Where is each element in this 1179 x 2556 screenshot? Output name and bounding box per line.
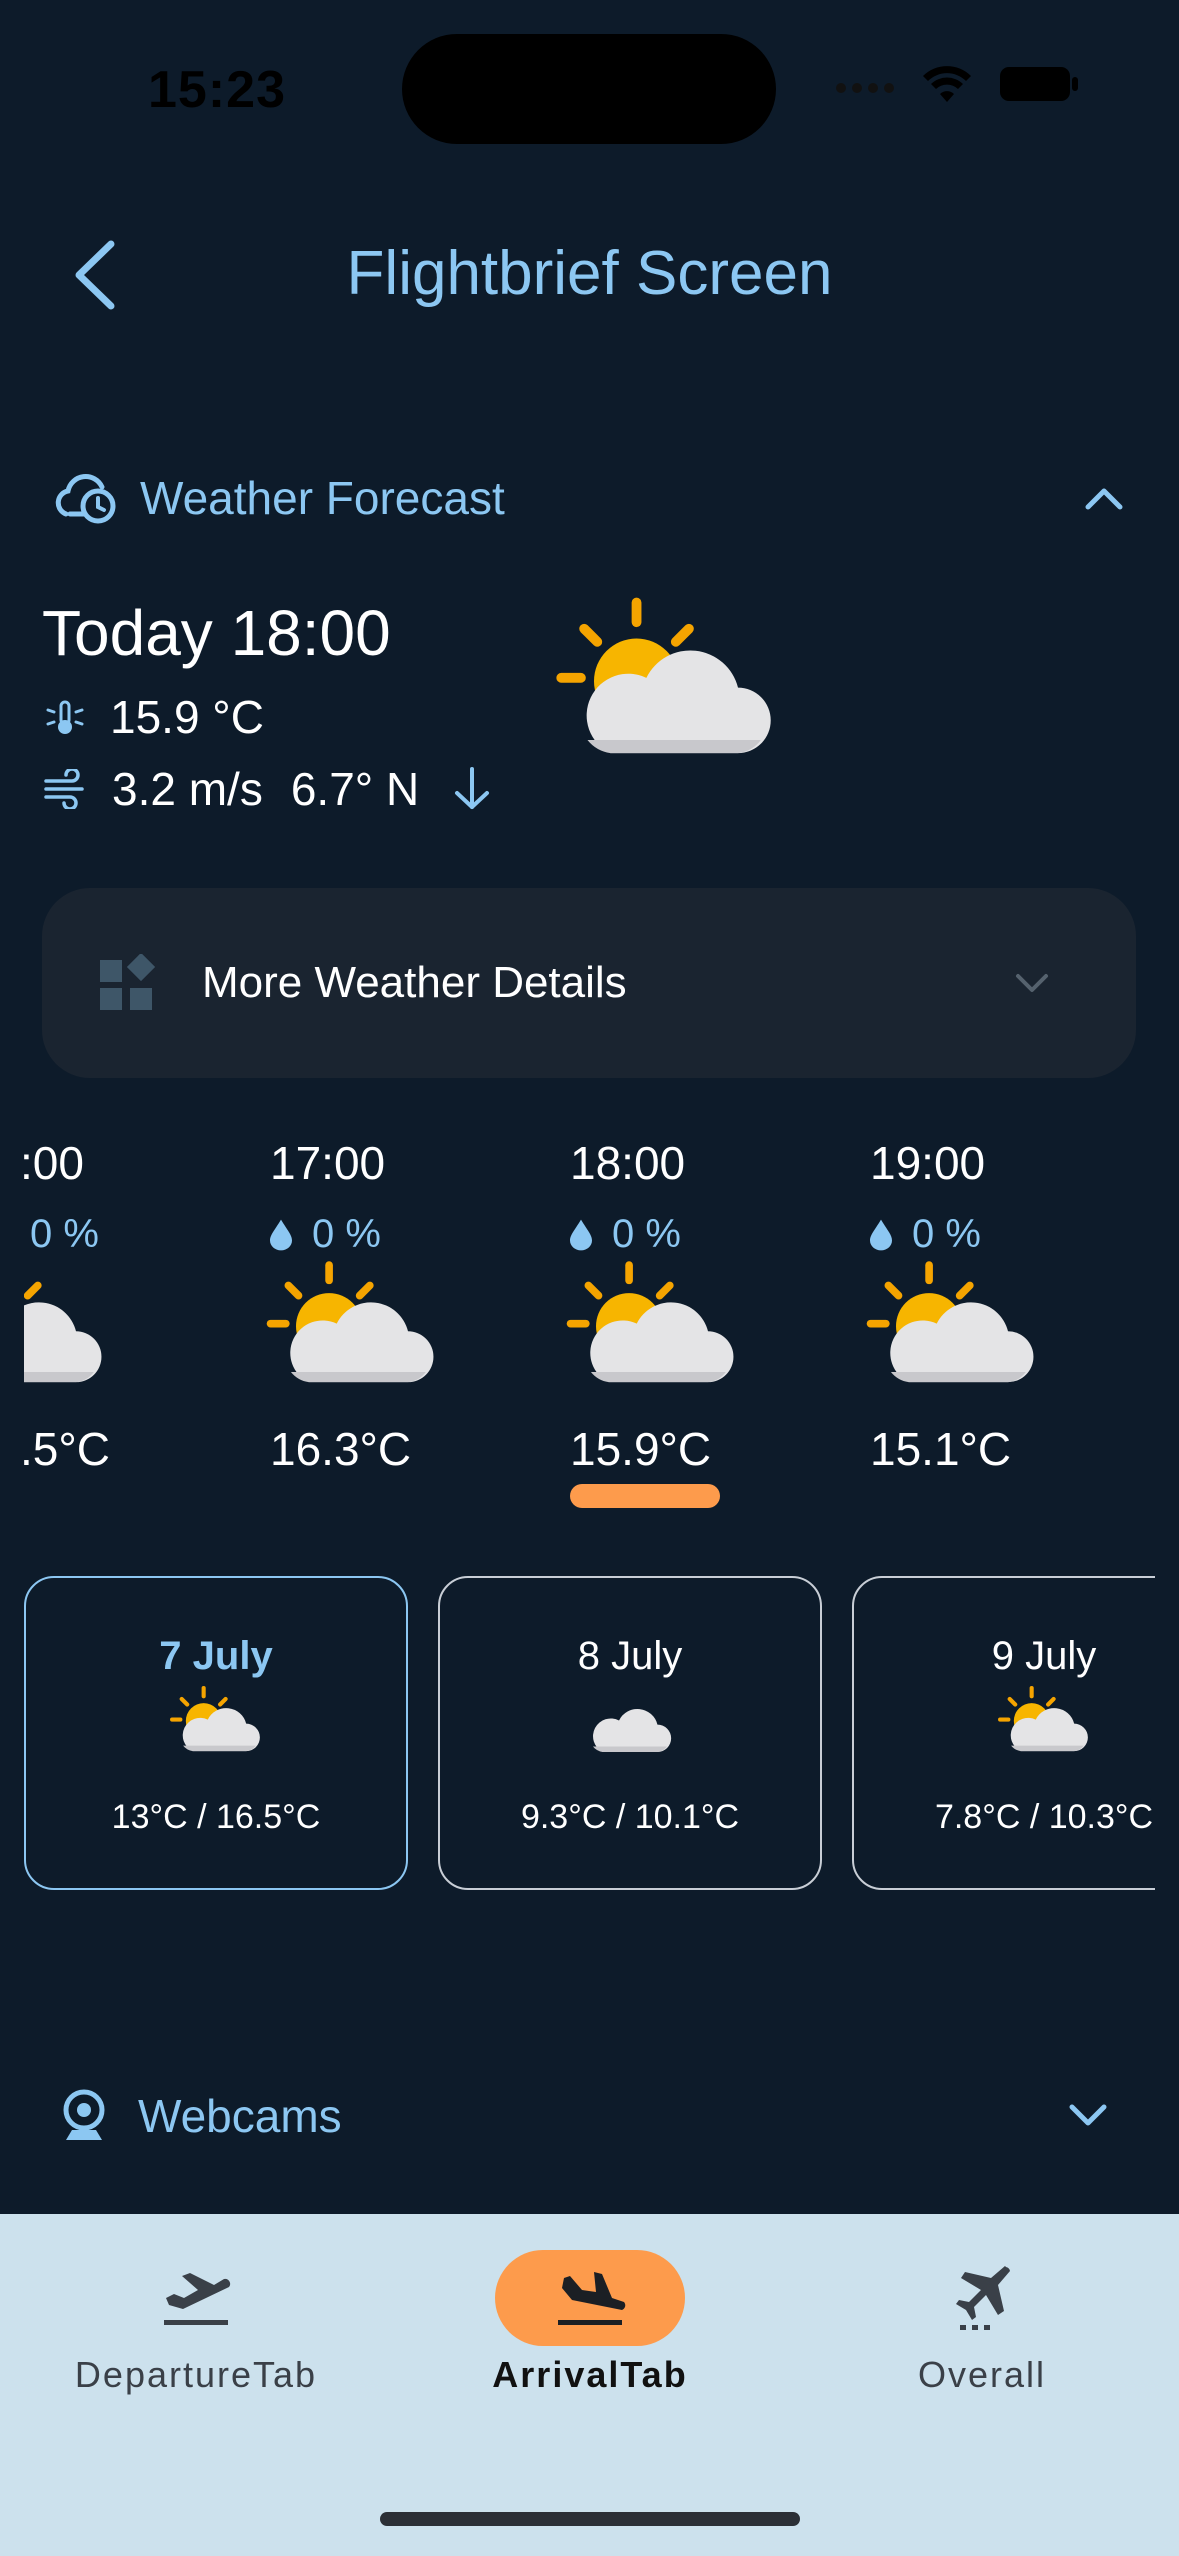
- tab-arrival-pill: [495, 2250, 685, 2346]
- tab-arrival[interactable]: ArrivalTab: [440, 2250, 740, 2396]
- rain-chance: 0 %: [612, 1212, 681, 1256]
- hour-time: 19:00: [870, 1137, 986, 1189]
- more-weather-details[interactable]: More Weather Details: [42, 888, 1136, 1078]
- sun-behind-cloud-icon: [262, 1260, 442, 1400]
- day-name: 9 July: [991, 1634, 1097, 1678]
- day-card[interactable]: 8 July 9.3°C / 10.1°C: [438, 1576, 822, 1890]
- hour-temp: 15.9°C: [570, 1423, 712, 1475]
- home-indicator[interactable]: [380, 2512, 800, 2526]
- daily-forecast[interactable]: 7 July 13°C / 16.5°C 8 July 9.3°C / 10.1…: [0, 1560, 1155, 1910]
- hour-item[interactable]: 17:00 0 % 16.3°C: [270, 1136, 470, 1475]
- tab-overall[interactable]: Overall: [832, 2250, 1132, 2396]
- tab-departure[interactable]: DepartureTab: [46, 2250, 346, 2396]
- webcams-title: Webcams: [138, 2090, 342, 2142]
- cloud-icon: [582, 1697, 678, 1759]
- wind-direction: 6.7° N: [290, 763, 420, 815]
- raindrop-icon: [570, 1219, 592, 1251]
- sun-behind-cloud-icon: [24, 1260, 110, 1400]
- rain-chance: 0 %: [30, 1212, 99, 1256]
- tab-departure-label: DepartureTab: [74, 2354, 318, 2395]
- hour-temp: .5°C: [24, 1423, 110, 1475]
- day-temps: 13°C / 16.5°C: [111, 1798, 321, 1836]
- sun-behind-cloud-icon: [168, 1685, 264, 1761]
- rain-chance: 0 %: [912, 1212, 981, 1256]
- tab-arrival-label: ArrivalTab: [492, 2354, 688, 2395]
- signal-icon: [836, 83, 894, 93]
- rain-row: 0 %: [570, 1212, 770, 1257]
- rain-row: 0 %: [270, 1212, 470, 1257]
- rain-row: 0 %: [24, 1212, 220, 1257]
- tab-overall-label: Overall: [917, 2354, 1047, 2395]
- status-indicators: [835, 64, 1079, 104]
- webcam-icon: [63, 2089, 105, 2140]
- hour-item[interactable]: :00 0 % .5°C: [24, 1136, 220, 1475]
- day-card-selected[interactable]: 7 July 13°C / 16.5°C: [24, 1576, 408, 1890]
- plane-arrival-icon: [558, 2272, 626, 2325]
- hour-time: :00: [24, 1137, 84, 1189]
- day-name: 7 July: [159, 1634, 273, 1678]
- hour-time: 18:00: [570, 1137, 686, 1189]
- wind-row: 3.2 m/s 6.7° N: [44, 762, 491, 816]
- sun-behind-cloud-icon: [996, 1685, 1092, 1761]
- rain-row: 0 %: [870, 1212, 1070, 1257]
- arrow-down-icon: [455, 767, 490, 809]
- hour-temp: 16.3°C: [270, 1423, 412, 1475]
- temperature-row: 15.9 °C: [44, 690, 264, 744]
- weather-forecast-header[interactable]: Weather Forecast: [54, 462, 1124, 534]
- wind-speed: 3.2 m/s: [112, 763, 263, 815]
- rain-chance: 0 %: [312, 1212, 381, 1256]
- chevron-down-icon[interactable]: [1068, 2103, 1108, 2129]
- plane-departure-icon: [164, 2273, 231, 2325]
- sun-behind-cloud-icon: [862, 1260, 1042, 1400]
- chevron-down-icon: [1016, 974, 1048, 992]
- day-temps: 9.3°C / 10.1°C: [520, 1798, 740, 1836]
- battery-icon: [1000, 67, 1078, 101]
- hour-time: 17:00: [270, 1137, 386, 1189]
- dynamic-island: [402, 34, 776, 144]
- day-temps: 7.8°C / 10.3°C: [934, 1798, 1154, 1836]
- page-title: Flightbrief Screen: [346, 239, 833, 308]
- selected-hour-indicator: [570, 1484, 720, 1508]
- status-time: 15:23: [148, 61, 286, 119]
- day-name: 8 July: [577, 1634, 683, 1678]
- today-title: Today 18:00: [42, 597, 391, 669]
- plane-icon: [956, 2266, 1010, 2330]
- wifi-icon: [923, 66, 971, 102]
- tab-departure-pill: [101, 2250, 291, 2346]
- webcams-header[interactable]: Webcams: [60, 2080, 1120, 2152]
- raindrop-icon: [870, 1219, 892, 1251]
- hour-item-selected[interactable]: 18:00 0 % 15.9°C: [570, 1136, 770, 1475]
- cloud-clock-icon: [55, 474, 116, 524]
- current-temperature: 15.9 °C: [110, 691, 264, 743]
- sun-behind-cloud-icon: [548, 596, 784, 776]
- thermometer-sun-icon: [46, 700, 84, 734]
- day-card[interactable]: 9 July 7.8°C / 10.3°C: [852, 1576, 1155, 1890]
- wind-icon: [44, 769, 84, 809]
- hour-temp: 15.1°C: [870, 1423, 1012, 1475]
- more-weather-details-label: More Weather Details: [202, 958, 627, 1007]
- hourly-forecast[interactable]: :00 0 % .5°C 17:00 0 % 16.3°C 18:00 0 % …: [24, 1120, 1179, 1520]
- weather-forecast-title: Weather Forecast: [140, 472, 505, 524]
- sun-behind-cloud-icon: [562, 1260, 742, 1400]
- tab-overall-pill: [887, 2250, 1077, 2346]
- raindrop-icon: [270, 1219, 292, 1251]
- widgets-icon: [100, 954, 156, 1010]
- chevron-up-icon[interactable]: [1084, 485, 1124, 511]
- hour-item[interactable]: 19:00 0 % 15.1°C: [870, 1136, 1070, 1475]
